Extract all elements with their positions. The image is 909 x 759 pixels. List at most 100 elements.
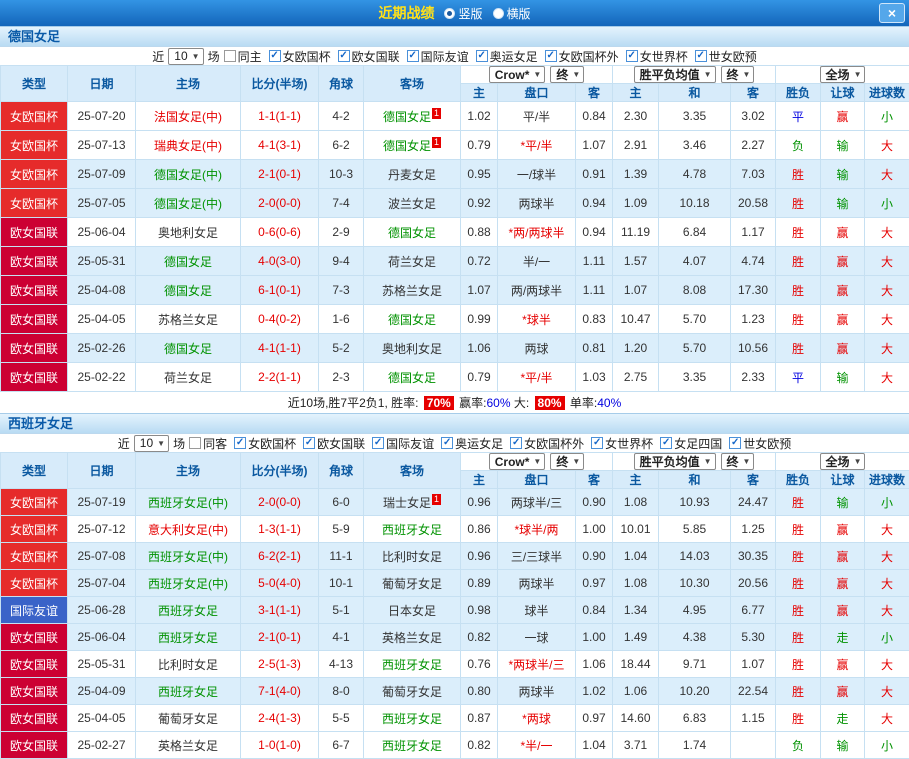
result-goals: 大 xyxy=(865,131,909,160)
odds-home-water: 0.86 xyxy=(461,516,498,543)
result-winloss: 胜 xyxy=(776,276,821,305)
filter-checkbox-女足四国[interactable]: ✓女足四国 xyxy=(660,435,722,452)
odds-company-select[interactable]: Crow*▼ xyxy=(489,66,546,83)
match-type-badge: 欧女国联 xyxy=(1,334,68,363)
match-row: 女欧国杯25-07-08西班牙女足(中)6-2(2-1)11-1比利时女足0.9… xyxy=(1,543,909,570)
filter-checkbox-奥运女足[interactable]: ✓奥运女足 xyxy=(441,435,503,452)
close-button[interactable]: × xyxy=(879,3,905,23)
away-team-cell: 德国女足1 xyxy=(364,131,461,160)
filter-label: 奥运女足 xyxy=(455,435,503,452)
radio-vertical-layout[interactable]: 竖版 xyxy=(444,5,482,22)
odds-home-water: 0.89 xyxy=(461,570,498,597)
summary-segment: 70% xyxy=(424,396,454,410)
result-handicap: 输 xyxy=(821,131,865,160)
away-team-cell: 德国女足 xyxy=(364,218,461,247)
fulltime-select[interactable]: 全场▼ xyxy=(820,453,866,470)
filter-checkbox-世女欧预[interactable]: ✓世女欧预 xyxy=(695,48,757,65)
filter-checkbox-欧女国联[interactable]: ✓欧女国联 xyxy=(303,435,365,452)
summary-segment: 60% xyxy=(486,396,510,410)
radio-unselected-icon xyxy=(493,8,504,19)
fulltime-header-cell: 全场▼ xyxy=(776,453,909,471)
avg-odds-draw: 4.07 xyxy=(659,247,731,276)
home-team-cell: 德国女足 xyxy=(136,334,241,363)
filter-checkbox-欧女国联[interactable]: ✓欧女国联 xyxy=(338,48,400,65)
filter-checkbox-国际友谊[interactable]: ✓国际友谊 xyxy=(407,48,469,65)
away-team-cell: 丹麦女足 xyxy=(364,160,461,189)
filter-checkbox-女欧国杯外[interactable]: ✓女欧国杯外 xyxy=(510,435,584,452)
filter-checkbox-女欧国杯[interactable]: ✓女欧国杯 xyxy=(269,48,331,65)
avg-odds-draw: 3.35 xyxy=(659,363,731,392)
odds-time-select[interactable]: 终▼ xyxy=(550,453,584,470)
home-team-name: 德国女足 xyxy=(164,284,212,298)
match-row: 欧女国联25-02-22荷兰女足2-2(1-1)2-3德国女足0.79*平/半1… xyxy=(1,363,909,392)
match-count-select[interactable]: 10▼ xyxy=(134,435,169,452)
fulltime-select[interactable]: 全场▼ xyxy=(820,66,866,83)
score-fulltime-halftime: 4-1(3-1) xyxy=(241,131,319,160)
score-fulltime-halftime: 6-2(2-1) xyxy=(241,543,319,570)
match-type-badge: 女欧国杯 xyxy=(1,570,68,597)
odds-time-select[interactable]: 终▼ xyxy=(550,66,584,83)
match-date: 25-07-04 xyxy=(68,570,136,597)
odds-away-water: 0.97 xyxy=(576,705,613,732)
avg-time-select[interactable]: 终▼ xyxy=(721,453,755,470)
away-team-cell: 苏格兰女足 xyxy=(364,276,461,305)
match-date: 25-07-05 xyxy=(68,189,136,218)
score-fulltime-halftime: 0-4(0-2) xyxy=(241,305,319,334)
avg-odds-away: 7.03 xyxy=(731,160,776,189)
match-date: 25-02-26 xyxy=(68,334,136,363)
home-team-name: 西班牙女足 xyxy=(158,604,218,618)
col-score: 比分(半场) xyxy=(241,453,319,489)
home-team-cell: 瑞典女足(中) xyxy=(136,131,241,160)
subcol-handicap-result: 让球 xyxy=(821,471,865,489)
summary-segment: 80% xyxy=(535,396,565,410)
col-home: 主场 xyxy=(136,453,241,489)
away-team-name: 西班牙女足 xyxy=(382,658,442,672)
avg-odds-select[interactable]: 胜平负均值▼ xyxy=(634,453,716,470)
filter-checkbox-女欧国杯外[interactable]: ✓女欧国杯外 xyxy=(545,48,619,65)
avg-odds-select[interactable]: 胜平负均值▼ xyxy=(634,66,716,83)
filter-checkbox-同客[interactable]: 同客 xyxy=(189,435,227,452)
radio-horizontal-layout[interactable]: 横版 xyxy=(493,5,531,22)
filter-checkbox-奥运女足[interactable]: ✓奥运女足 xyxy=(476,48,538,65)
odds-company-select[interactable]: Crow*▼ xyxy=(489,453,546,470)
odds-home-water: 0.88 xyxy=(461,218,498,247)
home-team-cell: 比利时女足 xyxy=(136,651,241,678)
filter-checkbox-国际友谊[interactable]: ✓国际友谊 xyxy=(372,435,434,452)
avg-odds-away: 1.25 xyxy=(731,516,776,543)
avg-odds-home: 1.57 xyxy=(613,247,659,276)
match-type-badge: 欧女国联 xyxy=(1,705,68,732)
team-header-spain: 西班牙女足 xyxy=(0,413,909,434)
avg-odds-away: 1.17 xyxy=(731,218,776,247)
result-handicap: 赢 xyxy=(821,305,865,334)
radio-selected-icon xyxy=(444,8,455,19)
avg-odds-away: 1.07 xyxy=(731,651,776,678)
match-type-badge: 欧女国联 xyxy=(1,305,68,334)
result-goals: 小 xyxy=(865,624,909,651)
odds-away-water: 0.84 xyxy=(576,597,613,624)
avg-odds-draw: 6.83 xyxy=(659,705,731,732)
home-team-cell: 法国女足(中) xyxy=(136,102,241,131)
handicap-line: 球半 xyxy=(498,597,576,624)
handicap-line: *两球半/三 xyxy=(498,651,576,678)
titlebar: 近期战绩 竖版 横版 × xyxy=(0,0,909,26)
filter-checkbox-女世界杯[interactable]: ✓女世界杯 xyxy=(591,435,653,452)
filter-checkbox-同主[interactable]: 同主 xyxy=(224,48,262,65)
filter-checkbox-女世界杯[interactable]: ✓女世界杯 xyxy=(626,48,688,65)
home-team-name: 苏格兰女足 xyxy=(158,313,218,327)
filter-label: 世女欧预 xyxy=(709,48,757,65)
home-team-cell: 英格兰女足 xyxy=(136,732,241,759)
checkbox-checked-icon: ✓ xyxy=(626,50,638,62)
home-team-cell: 荷兰女足 xyxy=(136,363,241,392)
match-type-badge: 女欧国杯 xyxy=(1,102,68,131)
odds-away-water: 1.00 xyxy=(576,516,613,543)
avg-time-select[interactable]: 终▼ xyxy=(721,66,755,83)
filter-label: 国际友谊 xyxy=(421,48,469,65)
avg-odds-home: 2.75 xyxy=(613,363,659,392)
avg-odds-away: 1.15 xyxy=(731,705,776,732)
checkbox-checked-icon: ✓ xyxy=(591,437,603,449)
match-row: 欧女国联25-06-04西班牙女足2-1(0-1)4-1英格兰女足0.82一球1… xyxy=(1,624,909,651)
filter-checkbox-世女欧预[interactable]: ✓世女欧预 xyxy=(729,435,791,452)
handicap-line: 两球半 xyxy=(498,570,576,597)
match-count-select[interactable]: 10▼ xyxy=(168,48,203,65)
filter-checkbox-女欧国杯[interactable]: ✓女欧国杯 xyxy=(234,435,296,452)
